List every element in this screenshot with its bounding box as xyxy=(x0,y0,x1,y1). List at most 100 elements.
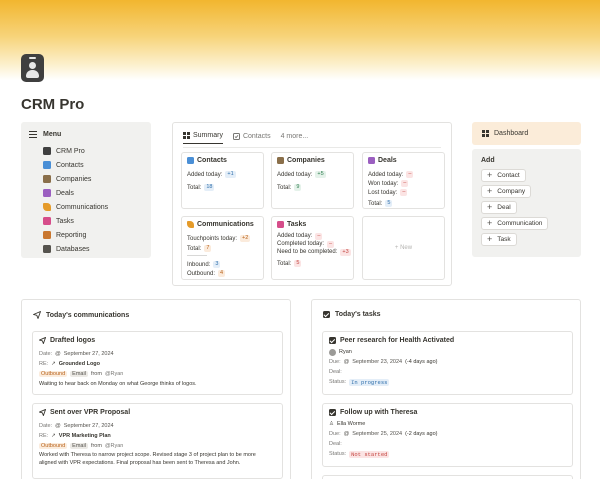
note-text: Waiting to hear back on Monday on what G… xyxy=(39,381,197,387)
tab-summary[interactable]: Summary xyxy=(183,132,223,144)
menu-item-label: Communications xyxy=(56,203,109,211)
at-icon: @ xyxy=(343,359,350,365)
menu-item-deals[interactable]: Deals xyxy=(43,186,143,200)
stat-value: 7 xyxy=(204,245,212,252)
date-value: September 27, 2024 xyxy=(63,351,114,357)
stat-value: 4 xyxy=(218,270,226,277)
dashboard-button[interactable]: Dashboard xyxy=(472,122,581,145)
field-label: from xyxy=(90,443,102,449)
menu-item-databases[interactable]: Databases xyxy=(43,242,143,256)
tab-contacts[interactable]: Contacts xyxy=(232,132,271,144)
stat-label: Total: xyxy=(187,184,202,191)
stat-value: – xyxy=(315,232,323,240)
add-contact-button[interactable]: + Contact xyxy=(481,169,526,182)
grid-icon xyxy=(482,130,489,137)
add-button-label: Company xyxy=(497,188,526,195)
badge-icon[interactable] xyxy=(21,54,44,82)
contacts-card[interactable]: Contacts Added today: +1 Total: 18 xyxy=(181,152,264,209)
menu-item-label: Deals xyxy=(56,189,74,197)
status-badge: Not started xyxy=(349,450,390,458)
field-label: Date: xyxy=(39,351,53,357)
paper-plane-icon xyxy=(187,221,194,228)
checkbox-icon[interactable] xyxy=(329,409,336,416)
stack-icon xyxy=(43,245,51,253)
stat-label: Added today: xyxy=(368,171,404,178)
contact-card-icon xyxy=(43,161,51,169)
item-title: Follow up with Theresa xyxy=(340,409,418,416)
menu-item-tasks[interactable]: Tasks xyxy=(43,214,143,228)
add-task-button[interactable]: + Task xyxy=(481,233,517,246)
checkbox-icon xyxy=(232,132,240,140)
tab-more[interactable]: 4 more... xyxy=(281,132,309,144)
at-icon: @ xyxy=(55,351,61,357)
section-title: Today's communications xyxy=(46,311,130,319)
user-mention[interactable]: @Ryan xyxy=(105,371,123,377)
task-item[interactable] xyxy=(322,475,573,479)
new-card-button[interactable]: + New xyxy=(362,216,445,280)
tab-label: Contacts xyxy=(242,132,271,140)
field-label: RE: xyxy=(39,433,49,439)
companies-card[interactable]: Companies Added today: +5 Total: 9 xyxy=(271,152,354,209)
paper-plane-icon xyxy=(39,337,46,344)
add-communication-button[interactable]: + Communication xyxy=(481,217,549,230)
link-arrow-icon: ↗ xyxy=(51,361,56,367)
menu-item-reporting[interactable]: Reporting xyxy=(43,228,143,242)
stat-value: – xyxy=(327,240,335,248)
stat-label: Total: xyxy=(368,200,383,207)
card-title: Contacts xyxy=(197,157,227,164)
user-icon: ♙ xyxy=(329,421,334,427)
stat-label: Added today: xyxy=(277,171,313,178)
stat-value: 18 xyxy=(204,184,215,191)
related-deal-link[interactable]: VPR Marketing Plan xyxy=(59,433,111,439)
summary-board: Summary Contacts 4 more... Contacts Adde… xyxy=(172,122,452,286)
add-company-button[interactable]: + Company xyxy=(481,185,532,198)
stat-value: 3 xyxy=(213,261,221,268)
checkbox-icon[interactable] xyxy=(329,337,336,344)
stat-value: 9 xyxy=(294,184,302,191)
add-button-label: Communication xyxy=(497,220,543,227)
related-deal-link[interactable]: Grounded Logo xyxy=(59,361,100,367)
menu-panel: Menu CRM Pro Contacts Companies Deals Co… xyxy=(21,122,151,258)
menu-item-label: Tasks xyxy=(56,217,74,225)
add-panel: Add + Contact + Company + Deal + Communicati… xyxy=(472,149,581,257)
task-item[interactable]: Follow up with Theresa ♙ Ella Worme Due: @… xyxy=(322,403,573,467)
stat-label: Total: xyxy=(277,260,292,267)
paper-plane-icon xyxy=(43,203,51,211)
due-relative: (-2 days ago) xyxy=(405,431,438,437)
contact-card-icon xyxy=(187,157,194,164)
add-deal-button[interactable]: + Deal xyxy=(481,201,517,214)
menu-item-crm-pro[interactable]: CRM Pro xyxy=(43,144,143,158)
field-label: Status: xyxy=(329,451,347,457)
card-divider: ---------- xyxy=(187,253,207,259)
add-title: Add xyxy=(481,157,495,164)
menu-item-contacts[interactable]: Contacts xyxy=(43,158,143,172)
field-label: Date: xyxy=(39,423,53,429)
menu-toggle[interactable]: Menu xyxy=(29,129,143,140)
task-item[interactable]: Peer research for Health Activated Ryan … xyxy=(322,331,573,395)
field-label: Deal: xyxy=(329,441,342,447)
menu-item-label: Contacts xyxy=(56,161,84,169)
channel-tag: Email xyxy=(70,371,88,377)
channel-tag: Email xyxy=(70,443,88,449)
communication-item[interactable]: Sent over VPR Proposal Date: @ September 2… xyxy=(32,403,283,479)
user-mention[interactable]: @Ryan xyxy=(105,443,123,449)
date-value: September 27, 2024 xyxy=(63,423,114,429)
card-title: Tasks xyxy=(287,221,307,228)
communications-card[interactable]: Communications Touchpoints today: +2 Tota… xyxy=(181,216,264,280)
deals-card[interactable]: Deals Added today: – Won today: – Lost tod… xyxy=(362,152,445,209)
tasks-section: Today's tasks Peer research for Health A… xyxy=(311,299,581,479)
card-title: Communications xyxy=(197,221,254,228)
communication-item[interactable]: Drafted logos Date: @ September 27, 2024 R… xyxy=(32,331,283,395)
page-title: CRM Pro xyxy=(21,96,85,113)
menu-item-companies[interactable]: Companies xyxy=(43,172,143,186)
stat-label: Inbound: xyxy=(187,261,211,268)
money-icon xyxy=(43,189,51,197)
menu-item-communications[interactable]: Communications xyxy=(43,200,143,214)
menu-item-label: Companies xyxy=(56,175,92,183)
paper-plane-icon xyxy=(39,409,46,416)
plus-icon: + xyxy=(487,186,493,196)
cover-banner xyxy=(0,0,600,80)
stat-value: 5 xyxy=(385,200,393,207)
tasks-card[interactable]: Tasks Added today: – Completed today: – Ne… xyxy=(271,216,354,280)
at-icon: @ xyxy=(343,431,350,437)
